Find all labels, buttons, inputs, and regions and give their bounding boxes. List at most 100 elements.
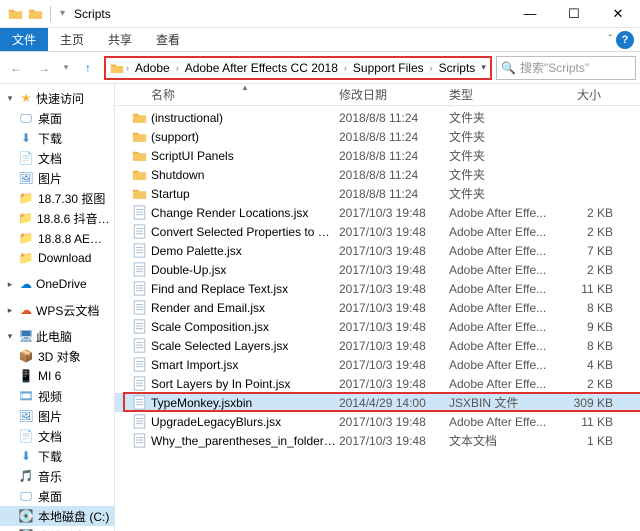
file-row[interactable]: UpgradeLegacyBlurs.jsx2017/10/3 19:48Ado… xyxy=(115,412,640,431)
file-row[interactable]: Find and Replace Text.jsx2017/10/3 19:48… xyxy=(115,279,640,298)
file-size: 2 KB xyxy=(559,225,613,239)
expand-icon[interactable]: ▾ xyxy=(4,331,16,342)
nav-up-button[interactable]: ↑ xyxy=(76,56,100,80)
file-date: 2017/10/3 19:48 xyxy=(339,339,449,353)
column-date[interactable]: 修改日期 xyxy=(335,86,445,103)
ribbon-collapse-icon[interactable]: ˇ xyxy=(609,34,612,45)
column-type[interactable]: 类型 xyxy=(445,86,555,103)
address-bar[interactable]: › Adobe › Adobe After Effects CC 2018 › … xyxy=(104,56,492,80)
nav-recent-dropdown[interactable]: ▾ xyxy=(60,56,72,80)
file-row[interactable]: Change Render Locations.jsx2017/10/3 19:… xyxy=(115,203,640,222)
tab-share[interactable]: 共享 xyxy=(96,28,144,51)
folder-icon: 📁 xyxy=(18,230,34,246)
expand-icon[interactable]: ▸ xyxy=(4,305,16,316)
file-list: (instructional)2018/8/8 11:24文件夹(support… xyxy=(115,106,640,450)
file-icon xyxy=(131,319,147,335)
titlebar: ▾ Scripts — ☐ ✕ xyxy=(0,0,640,28)
download-icon: ⬇ xyxy=(18,448,34,464)
navpane-quick-access[interactable]: ▾ ★ 快速访问 xyxy=(0,88,114,108)
navpane-item-pc[interactable]: 📦3D 对象 xyxy=(0,346,114,366)
file-row[interactable]: Startup2018/8/8 11:24文件夹 xyxy=(115,184,640,203)
navpane-item-pc[interactable]: 🎵音乐 xyxy=(0,466,114,486)
file-icon xyxy=(131,414,147,430)
navpane-item-pc[interactable]: 💽本地磁盘 (C:) xyxy=(0,506,114,526)
minimize-button[interactable]: — xyxy=(508,0,552,27)
chevron-right-icon[interactable]: › xyxy=(176,63,179,73)
tab-home[interactable]: 主页 xyxy=(48,28,96,51)
navpane-item-quick[interactable]: 🖵桌面 xyxy=(0,108,114,128)
maximize-button[interactable]: ☐ xyxy=(552,0,596,27)
file-icon xyxy=(131,376,147,392)
file-icon xyxy=(131,300,147,316)
file-row[interactable]: Convert Selected Properties to Mark...20… xyxy=(115,222,640,241)
crumb-aecc2018[interactable]: Adobe After Effects CC 2018 xyxy=(181,61,342,75)
file-row[interactable]: ScriptUI Panels2018/8/8 11:24文件夹 xyxy=(115,146,640,165)
file-row[interactable]: Shutdown2018/8/8 11:24文件夹 xyxy=(115,165,640,184)
file-row[interactable]: Smart Import.jsx2017/10/3 19:48Adobe Aft… xyxy=(115,355,640,374)
documents-icon: 📄 xyxy=(18,150,34,166)
file-type: 文件夹 xyxy=(449,128,559,145)
navpane-item-quick[interactable]: 📁18.8.8 AE教程 xyxy=(0,228,114,248)
navpane-item-pc[interactable]: ⬇下载 xyxy=(0,446,114,466)
crumb-support-files[interactable]: Support Files xyxy=(349,61,428,75)
close-button[interactable]: ✕ xyxy=(596,0,640,27)
column-size[interactable]: 大小 xyxy=(555,86,609,103)
file-row[interactable]: Scale Composition.jsx2017/10/3 19:48Adob… xyxy=(115,317,640,336)
qat-dropdown-icon[interactable]: ▾ xyxy=(57,8,68,19)
navpane-item-quick[interactable]: 📁Download xyxy=(0,248,114,268)
file-icon xyxy=(131,281,147,297)
navpane-item-quick[interactable]: 🖼图片 xyxy=(0,168,114,188)
nav-back-button[interactable]: ← xyxy=(4,56,28,80)
help-icon[interactable]: ? xyxy=(616,31,634,49)
navpane-item-pc[interactable]: 📱MI 6 xyxy=(0,366,114,386)
file-date: 2017/10/3 19:48 xyxy=(339,244,449,258)
file-row[interactable]: Sort Layers by In Point.jsx2017/10/3 19:… xyxy=(115,374,640,393)
file-type: Adobe After Effe... xyxy=(449,377,559,391)
navpane-this-pc[interactable]: ▾ 🖥 此电脑 xyxy=(0,326,114,346)
this-pc-icon: 🖥 xyxy=(18,328,34,344)
file-row[interactable]: (instructional)2018/8/8 11:24文件夹 xyxy=(115,108,640,127)
expand-icon[interactable]: ▾ xyxy=(4,93,16,104)
crumb-adobe[interactable]: Adobe xyxy=(131,61,174,75)
file-date: 2017/10/3 19:48 xyxy=(339,225,449,239)
navpane-item-quick[interactable]: 📁18.8.6 抖音风格 xyxy=(0,208,114,228)
chevron-right-icon[interactable]: › xyxy=(430,63,433,73)
navpane-item-quick[interactable]: 📁18.7.30 抠图 xyxy=(0,188,114,208)
file-row[interactable]: TypeMonkey.jsxbin2014/4/29 14:00JSXBIN 文… xyxy=(115,393,640,412)
file-name: Scale Selected Layers.jsx xyxy=(151,339,339,353)
expand-icon[interactable]: ▸ xyxy=(4,279,16,290)
file-row[interactable]: Render and Email.jsx2017/10/3 19:48Adobe… xyxy=(115,298,640,317)
file-name: Change Render Locations.jsx xyxy=(151,206,339,220)
file-type: 文件夹 xyxy=(449,166,559,183)
navpane-item-quick[interactable]: ⬇下载 xyxy=(0,128,114,148)
file-row[interactable]: Why_the_parentheses_in_folder_name...201… xyxy=(115,431,640,450)
navpane-item-pc[interactable]: 🖵桌面 xyxy=(0,486,114,506)
navpane-item-pc[interactable]: 🖼图片 xyxy=(0,406,114,426)
file-row[interactable]: (support)2018/8/8 11:24文件夹 xyxy=(115,127,640,146)
chevron-right-icon[interactable]: › xyxy=(344,63,347,73)
crumb-scripts[interactable]: Scripts xyxy=(435,61,480,75)
file-size: 8 KB xyxy=(559,301,613,315)
nav-forward-button[interactable]: → xyxy=(32,56,56,80)
file-size: 2 KB xyxy=(559,377,613,391)
refresh-icon[interactable]: ⟳ xyxy=(490,61,492,75)
file-name: Shutdown xyxy=(151,168,339,182)
navpane-item-pc[interactable]: 🎞视频 xyxy=(0,386,114,406)
tab-file[interactable]: 文件 xyxy=(0,28,48,51)
file-date: 2018/8/8 11:24 xyxy=(339,111,449,125)
tab-view[interactable]: 查看 xyxy=(144,28,192,51)
file-row[interactable]: Scale Selected Layers.jsx2017/10/3 19:48… xyxy=(115,336,640,355)
search-input[interactable]: 🔍 搜索"Scripts" xyxy=(496,56,636,80)
address-dropdown-icon[interactable]: ▾ xyxy=(481,62,486,73)
qat-properties-icon[interactable] xyxy=(26,5,44,23)
navpane-wps[interactable]: ▸ ☁ WPS云文档 xyxy=(0,300,114,320)
file-icon xyxy=(131,205,147,221)
navpane-item-quick[interactable]: 📄文档 xyxy=(0,148,114,168)
navpane-item-pc[interactable]: 📄文档 xyxy=(0,426,114,446)
navpane-item-pc[interactable]: 💽本地磁盘 (D:) xyxy=(0,526,114,531)
navpane-onedrive[interactable]: ▸ ☁ OneDrive xyxy=(0,274,114,294)
file-size: 4 KB xyxy=(559,358,613,372)
file-row[interactable]: Double-Up.jsx2017/10/3 19:48Adobe After … xyxy=(115,260,640,279)
chevron-right-icon[interactable]: › xyxy=(126,63,129,73)
file-row[interactable]: Demo Palette.jsx2017/10/3 19:48Adobe Aft… xyxy=(115,241,640,260)
